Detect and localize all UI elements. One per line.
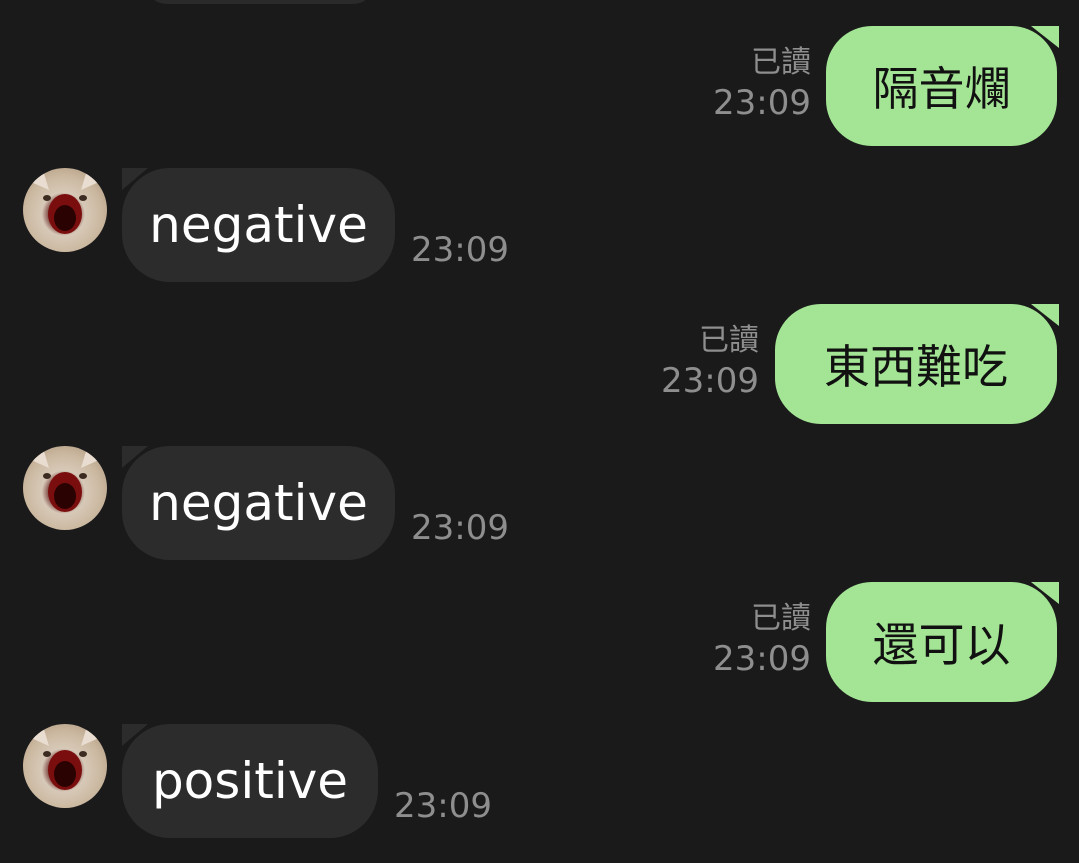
cat-avatar-icon[interactable] [23,446,107,530]
outgoing-bubble[interactable]: 東西難吃 [775,304,1057,424]
message-meta: 已讀 23:09 [661,322,759,402]
message-timestamp: 23:09 [661,360,759,401]
cat-avatar-icon[interactable] [23,168,107,252]
message-timestamp: 23:09 [713,82,811,123]
message-timestamp: 23:09 [713,638,811,679]
message-timestamp: 23:09 [411,508,509,548]
cat-avatar-icon[interactable] [23,724,107,808]
chat-message-list[interactable]: 已讀 23:09 隔音爛 negative 23:09 已讀 23:09 東西難… [0,0,1079,863]
message-timestamp: 23:09 [394,786,492,826]
incoming-bubble[interactable]: negative [122,446,395,560]
partial-incoming-bubble [145,0,375,4]
read-receipt: 已讀 [751,601,811,636]
message-meta: 已讀 23:09 [713,44,811,124]
incoming-bubble[interactable]: positive [122,724,378,838]
incoming-bubble[interactable]: negative [122,168,395,282]
outgoing-bubble[interactable]: 隔音爛 [826,26,1057,146]
outgoing-bubble[interactable]: 還可以 [826,582,1057,702]
message-timestamp: 23:09 [411,230,509,270]
read-receipt: 已讀 [751,45,811,80]
read-receipt: 已讀 [699,323,759,358]
message-meta: 已讀 23:09 [713,600,811,680]
